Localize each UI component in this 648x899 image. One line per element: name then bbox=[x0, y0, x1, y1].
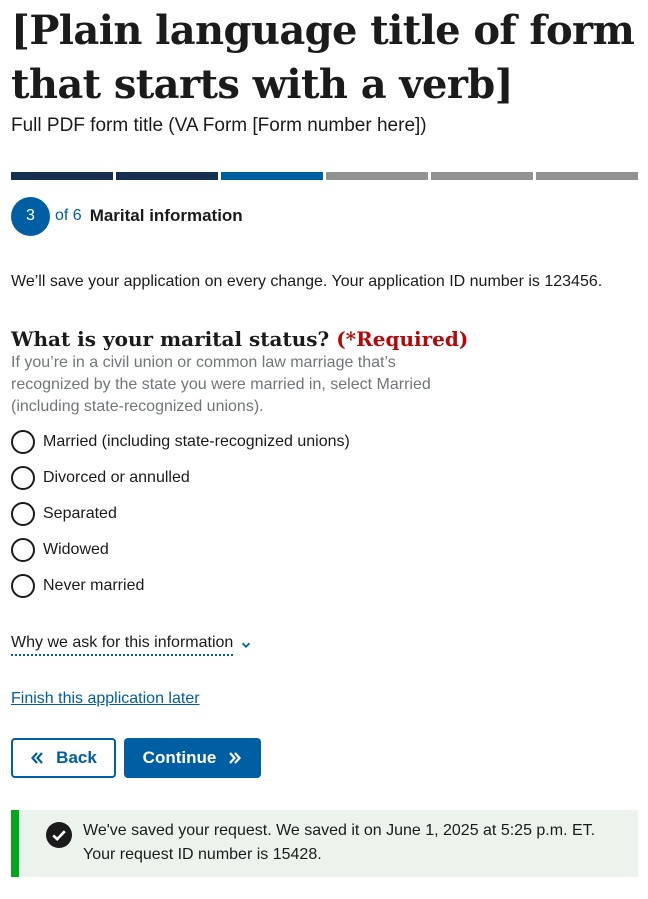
question-legend: What is your marital status? (*Required) bbox=[11, 325, 468, 353]
save-success-alert: We've saved your request. We saved it on… bbox=[11, 810, 638, 877]
radio-option-married[interactable]: Married (including state-recognized unio… bbox=[11, 428, 350, 456]
step-total: of 6 bbox=[55, 207, 82, 224]
step-indicator: 3 of 6 Marital information bbox=[11, 196, 243, 236]
progress-segment-5 bbox=[431, 172, 533, 180]
progress-segment-3 bbox=[221, 172, 323, 180]
question-text: What is your marital status? bbox=[11, 327, 330, 351]
why-we-ask-toggle[interactable]: Why we ask for this information bbox=[11, 633, 251, 656]
why-we-ask-label[interactable]: Why we ask for this information bbox=[11, 633, 234, 656]
double-chevron-left-icon bbox=[31, 752, 43, 764]
finish-later-link[interactable]: Finish this application later bbox=[11, 690, 200, 708]
radio-option-divorced[interactable]: Divorced or annulled bbox=[11, 464, 350, 492]
radio-button[interactable] bbox=[11, 574, 35, 598]
radio-label[interactable]: Married (including state-recognized unio… bbox=[43, 433, 350, 451]
back-button-label: Back bbox=[56, 748, 97, 767]
radio-label[interactable]: Divorced or annulled bbox=[43, 469, 190, 487]
marital-status-radio-group: Married (including state-recognized unio… bbox=[11, 428, 350, 608]
step-number-badge: 3 bbox=[11, 196, 50, 236]
radio-button[interactable] bbox=[11, 466, 35, 490]
radio-button[interactable] bbox=[11, 538, 35, 562]
check-circle-icon bbox=[46, 822, 72, 848]
page-title: [Plain language title of form that start… bbox=[11, 7, 635, 108]
radio-option-widowed[interactable]: Widowed bbox=[11, 536, 350, 564]
radio-button[interactable] bbox=[11, 502, 35, 526]
progress-segment-4 bbox=[326, 172, 428, 180]
radio-label[interactable]: Separated bbox=[43, 505, 117, 523]
double-chevron-right-icon bbox=[229, 752, 242, 764]
alert-message: We've saved your request. We saved it on… bbox=[83, 819, 595, 867]
progress-segment-1 bbox=[11, 172, 113, 180]
back-button[interactable]: Back bbox=[11, 738, 116, 778]
alert-line-1: We've saved your request. We saved it on… bbox=[83, 822, 596, 839]
question-hint: If you’re in a civil union or common law… bbox=[11, 354, 431, 415]
required-marker: (*Required) bbox=[336, 327, 469, 351]
alert-line-2: Your request ID number is 15428. bbox=[83, 846, 322, 863]
radio-label[interactable]: Never married bbox=[43, 577, 144, 595]
chevron-down-icon bbox=[242, 642, 251, 648]
radio-option-never-married[interactable]: Never married bbox=[11, 572, 350, 600]
progress-bar bbox=[11, 172, 638, 180]
step-title: Marital information bbox=[89, 206, 243, 225]
progress-segment-2 bbox=[116, 172, 218, 180]
radio-button[interactable] bbox=[11, 430, 35, 454]
radio-option-separated[interactable]: Separated bbox=[11, 500, 350, 528]
autosave-notice: We’ll save your application on every cha… bbox=[11, 273, 603, 290]
progress-segment-6 bbox=[536, 172, 638, 180]
form-subtitle: Full PDF form title (VA Form [Form numbe… bbox=[11, 115, 427, 136]
continue-button[interactable]: Continue bbox=[124, 738, 261, 778]
radio-label[interactable]: Widowed bbox=[43, 541, 109, 559]
continue-button-label: Continue bbox=[142, 748, 217, 767]
